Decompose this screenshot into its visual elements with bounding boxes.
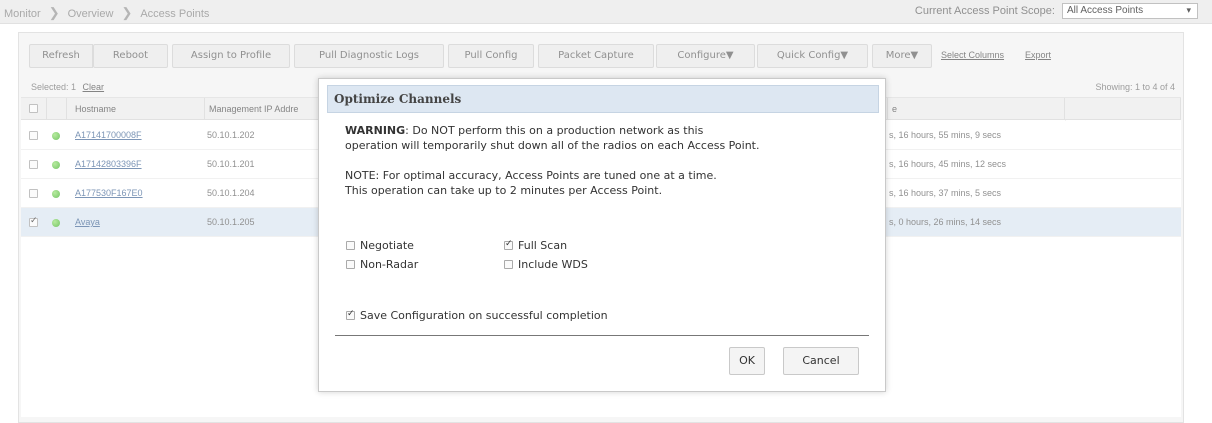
dialog-header: Optimize Channels [327,85,879,113]
dialog-body: WARNING: Do NOT perform this on a produc… [345,123,875,198]
negotiate-label: Negotiate [360,239,414,252]
negotiate-option[interactable]: Negotiate [346,239,414,252]
note-line-1: NOTE: For optimal accuracy, Access Point… [345,169,717,182]
note-line-2: This operation can take up to 2 minutes … [345,184,663,197]
optimize-channels-dialog: Optimize Channels WARNING: Do NOT perfor… [318,78,886,392]
include-wds-label: Include WDS [518,258,588,271]
include-wds-checkbox[interactable] [504,260,513,269]
dialog-title: Optimize Channels [334,92,462,106]
dialog-divider [335,335,869,336]
warning-text: WARNING: Do NOT perform this on a produc… [345,123,875,138]
full-scan-label: Full Scan [518,239,568,252]
non-radar-label: Non-Radar [360,258,419,271]
full-scan-option[interactable]: Full Scan [504,239,567,252]
warning-line-1: : Do NOT perform this on a production ne… [405,124,704,137]
include-wds-option[interactable]: Include WDS [504,258,588,271]
non-radar-option[interactable]: Non-Radar [346,258,418,271]
non-radar-checkbox[interactable] [346,260,355,269]
cancel-button[interactable]: Cancel [783,347,859,375]
save-config-label: Save Configuration on successful complet… [360,309,608,322]
full-scan-checkbox[interactable] [504,239,513,250]
ok-button[interactable]: OK [729,347,765,375]
warning-line-2: operation will temporarily shut down all… [345,139,760,152]
warning-label: WARNING [345,124,406,137]
save-config-option[interactable]: Save Configuration on successful complet… [346,309,608,322]
negotiate-checkbox[interactable] [346,241,355,250]
save-config-checkbox[interactable] [346,309,355,320]
